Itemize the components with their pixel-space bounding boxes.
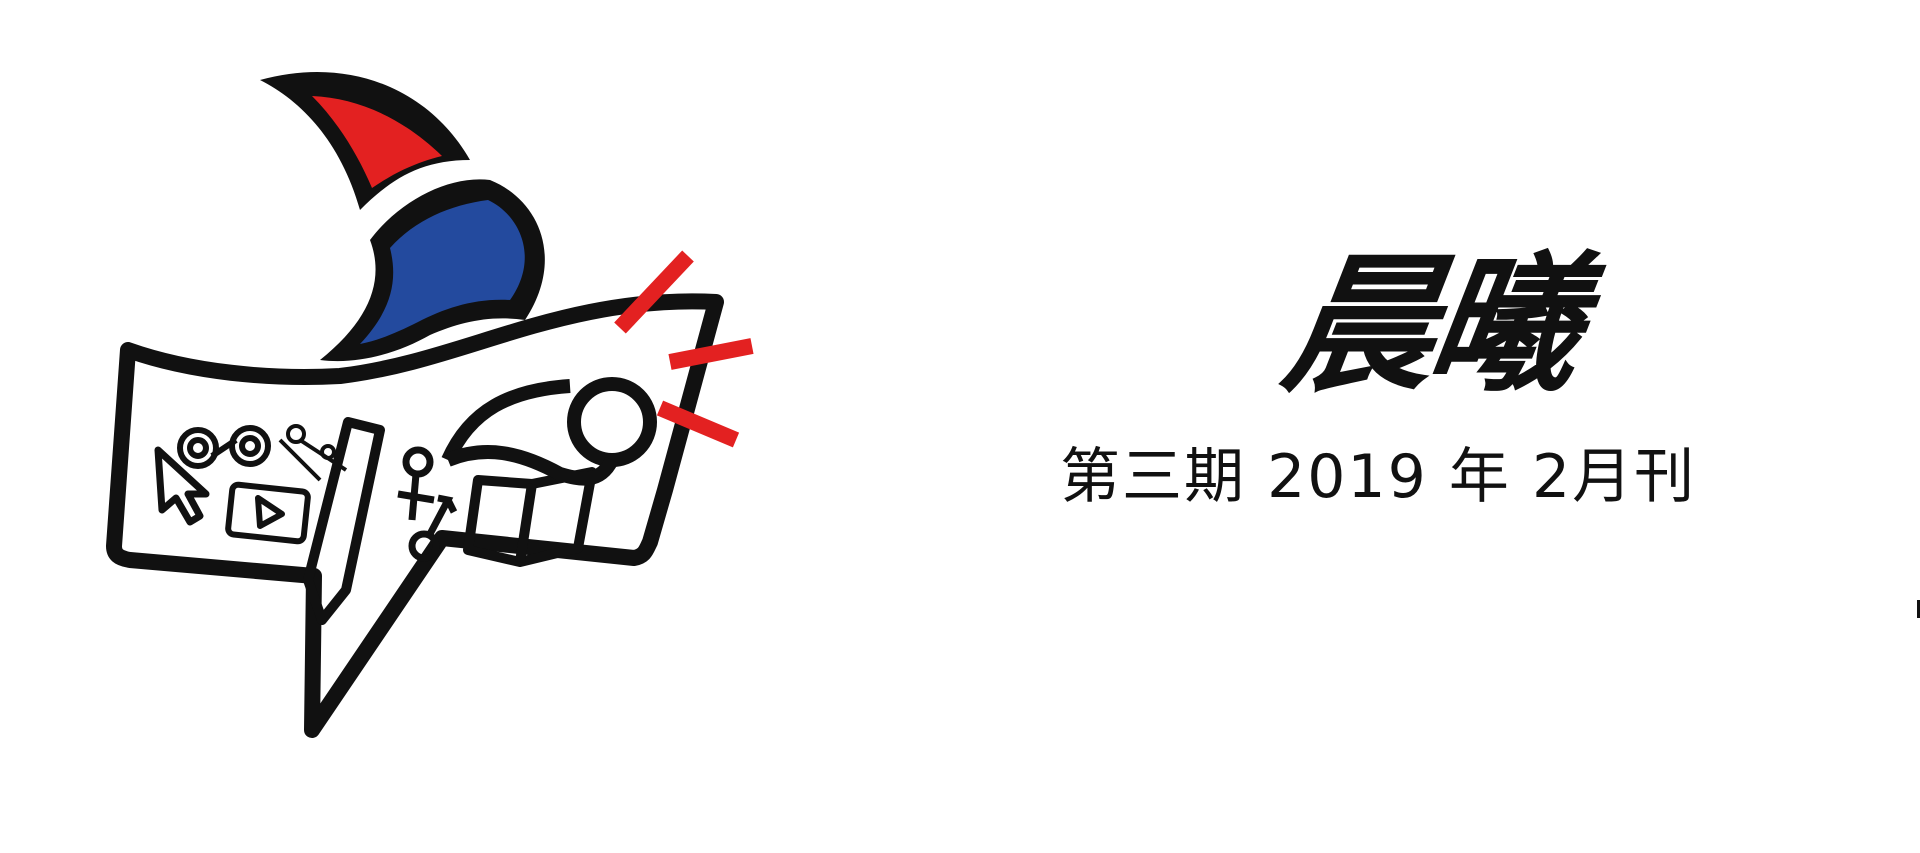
issue-label: 第三期 <box>1060 442 1246 512</box>
issue-month: 2 <box>1531 442 1573 512</box>
masthead: 晨曦 第三期 2019 年 2月刊 <box>1060 237 1694 515</box>
red-accent-lines <box>614 250 754 448</box>
play-icon <box>225 481 311 545</box>
issue-year-unit: 年 <box>1448 442 1511 512</box>
magazine-title: 晨曦 <box>1273 237 1587 413</box>
issue-line: 第三期 2019 年 2月刊 <box>1060 428 1694 515</box>
lens-icon <box>441 377 657 486</box>
speech-bubble-sail-logo <box>106 71 754 738</box>
cover-page: 晨曦 第三期 2019 年 2月刊 <box>0 0 1920 853</box>
issue-year: 2019 <box>1267 442 1428 512</box>
infinity-icon <box>177 425 271 469</box>
issue-month-unit: 月刊 <box>1572 442 1697 512</box>
